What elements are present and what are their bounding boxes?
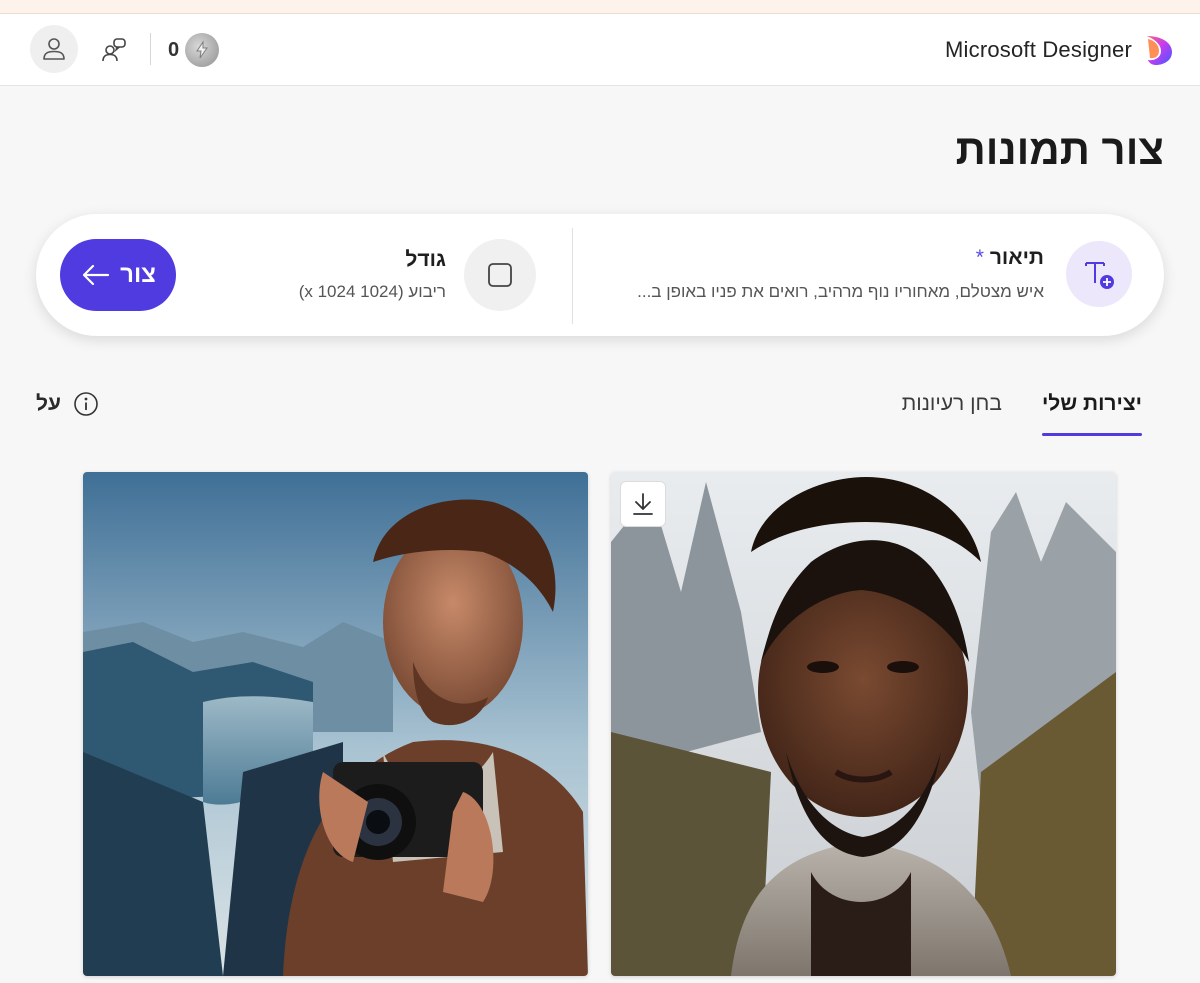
arrow-left-icon — [83, 264, 110, 286]
about-label: על — [36, 392, 61, 415]
header-divider — [150, 33, 151, 65]
download-icon — [633, 493, 653, 515]
create-label: צור — [120, 261, 156, 288]
prompt-bar-divider — [572, 228, 573, 324]
about-button[interactable]: על — [36, 390, 99, 418]
required-marker: * — [975, 246, 984, 269]
credits-count: 0 — [168, 38, 180, 61]
brand-name: Microsoft Designer — [945, 37, 1132, 62]
generated-image[interactable] — [83, 472, 588, 976]
brand[interactable]: Microsoft Designer — [945, 32, 1174, 68]
page-title: צור תמונות — [955, 126, 1164, 173]
description-title: תיאור — [989, 246, 1044, 269]
create-button[interactable]: צור — [60, 239, 176, 311]
description-input[interactable]: איש מצטלם, מאחוריו נוף מרהיב, רואים את פ… — [637, 282, 1044, 302]
info-icon — [74, 392, 98, 416]
tabs: בחן רעיונות יצירות שלי — [902, 384, 1143, 436]
generated-image[interactable] — [611, 472, 1116, 976]
size-title: גודל — [405, 248, 446, 271]
app-header: Microsoft Designer 0 — [0, 14, 1200, 86]
tab-my-creations[interactable]: יצירות שלי — [1041, 384, 1143, 436]
description-label: תיאור * — [976, 246, 1044, 270]
designer-logo-icon — [1147, 36, 1172, 65]
share-button[interactable] — [98, 34, 130, 66]
people-share-icon — [102, 38, 126, 62]
download-button[interactable] — [620, 481, 666, 527]
prompt-bar: תיאור * איש מצטלם, מאחוריו נוף מרהיב, רו… — [36, 214, 1164, 336]
profile-button[interactable] — [30, 25, 78, 73]
top-banner — [0, 0, 1200, 14]
person-icon — [43, 38, 65, 60]
tab-explore-ideas[interactable]: בחן רעיונות — [902, 384, 1002, 436]
credits-indicator[interactable]: 0 — [168, 32, 220, 68]
size-selector[interactable]: ריבוע (1024 x 1024) — [299, 282, 446, 302]
square-icon — [488, 263, 512, 287]
boost-coin-icon — [185, 33, 220, 67]
size-icon-button[interactable] — [464, 239, 536, 311]
description-icon-button[interactable] — [1066, 241, 1132, 307]
text-add-icon — [1085, 262, 1114, 289]
